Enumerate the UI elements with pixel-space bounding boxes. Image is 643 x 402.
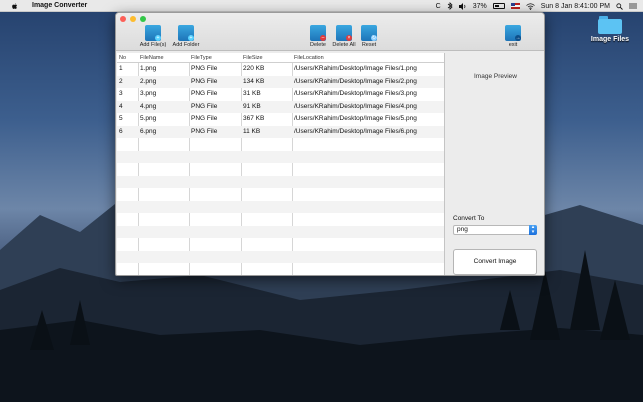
cell-filename: 6.png (140, 127, 157, 135)
cell-filelocation: /Users/KRahim/Desktop/Image Files/5.png (294, 115, 417, 122)
table-row[interactable]: 4 4.png PNG File 91 KB /Users/KRahim/Des… (117, 100, 444, 113)
table-row[interactable]: 5 5.png PNG File 367 KB /Users/KRahim/De… (117, 113, 444, 126)
reset-label: Reset (361, 42, 377, 48)
column-header-filetype[interactable]: FileType (189, 53, 241, 63)
format-select[interactable]: png ▴ ▾ (453, 225, 537, 235)
app-window: + Add File(s) + Add Folder – Delete × De… (115, 12, 545, 276)
table-row[interactable]: 3 3.png PNG File 31 KB /Users/KRahim/Des… (117, 88, 444, 101)
cell-filesize: 134 KB (243, 77, 265, 85)
empty-row (117, 225, 444, 238)
menu-bar: Image Converter C 37% Sun 8 Jan 8:41:00 … (0, 0, 643, 12)
cell-filelocation: /Users/KRahim/Desktop/Image Files/1.png (294, 65, 417, 72)
empty-row (117, 238, 444, 251)
cell-no: 4 (119, 102, 123, 110)
cell-filesize: 367 KB (243, 115, 265, 122)
cell-filetype: PNG File (191, 115, 218, 122)
empty-row (117, 138, 444, 151)
cell-filename: 4.png (140, 102, 157, 110)
cell-filename: 5.png (140, 115, 157, 122)
window-toolbar: + Add File(s) + Add Folder – Delete × De… (116, 13, 544, 51)
empty-row (117, 250, 444, 263)
battery-icon[interactable] (492, 3, 505, 9)
format-select-value: png (457, 226, 468, 233)
cell-no: 2 (119, 77, 123, 85)
empty-row (117, 188, 444, 201)
image-preview-area: Image Preview (474, 73, 517, 80)
status-area: C 37% Sun 8 Jan 8:41:00 PM (436, 0, 637, 12)
cell-filesize: 91 KB (243, 102, 261, 110)
cell-no: 3 (119, 90, 123, 97)
table-body: 1 1.png PNG File 220 KB /Users/KRahim/De… (117, 63, 444, 277)
empty-row (117, 200, 444, 213)
add-files-button[interactable]: + Add File(s) (138, 25, 168, 48)
empty-row (117, 150, 444, 163)
cell-no: 1 (119, 65, 123, 72)
reset-icon: ↻ (361, 25, 377, 41)
cell-filesize: 31 KB (243, 90, 261, 97)
column-header-no[interactable]: No (117, 53, 138, 63)
table-header: No FileName FileType FileSize FileLocati… (117, 53, 444, 63)
cell-filelocation: /Users/KRahim/Desktop/Image Files/3.png (294, 90, 417, 97)
delete-all-icon: × (336, 25, 352, 41)
cell-filesize: 220 KB (243, 65, 265, 72)
delete-icon: – (310, 25, 326, 41)
table-row[interactable]: 1 1.png PNG File 220 KB /Users/KRahim/De… (117, 63, 444, 76)
column-header-filename[interactable]: FileName (138, 53, 189, 63)
cell-filelocation: /Users/KRahim/Desktop/Image Files/4.png (294, 102, 417, 110)
cell-filelocation: /Users/KRahim/Desktop/Image Files/6.png (294, 127, 417, 135)
battery-percent[interactable]: 37% (473, 3, 487, 10)
flag-icon[interactable] (510, 3, 520, 9)
exit-icon: → (505, 25, 521, 41)
table-row[interactable]: 6 6.png PNG File 11 KB /Users/KRahim/Des… (117, 125, 444, 138)
empty-row (117, 175, 444, 188)
cell-no: 6 (119, 127, 123, 135)
status-c-item[interactable]: C (436, 3, 441, 10)
wifi-icon[interactable] (525, 2, 535, 10)
maximize-window-button[interactable] (140, 16, 146, 22)
exit-label: exit (508, 42, 518, 48)
file-table[interactable]: No FileName FileType FileSize FileLocati… (117, 53, 445, 277)
minimize-window-button[interactable] (130, 16, 136, 22)
convert-image-button[interactable]: Convert Image (453, 249, 537, 275)
add-folder-button[interactable]: + Add Folder (171, 25, 201, 48)
cell-no: 5 (119, 115, 123, 122)
cell-filetype: PNG File (191, 77, 218, 85)
reset-button[interactable]: ↻ Reset (354, 25, 384, 48)
desktop-folder-label: Image Files (590, 36, 630, 43)
volume-icon[interactable] (458, 2, 467, 10)
cell-filename: 1.png (140, 65, 157, 72)
notification-icon[interactable] (629, 3, 637, 9)
cell-filename: 3.png (140, 90, 157, 97)
empty-row (117, 263, 444, 275)
table-row[interactable]: 2 2.png PNG File 134 KB /Users/KRahim/De… (117, 75, 444, 88)
select-arrows-icon: ▴ ▾ (529, 225, 537, 235)
empty-row (117, 213, 444, 226)
cell-filesize: 11 KB (243, 127, 261, 135)
empty-row (117, 163, 444, 176)
convert-to-label: Convert To (453, 215, 485, 222)
close-window-button[interactable] (120, 16, 126, 22)
cell-filetype: PNG File (191, 102, 218, 110)
add-folder-icon: + (178, 25, 194, 41)
folder-icon (598, 16, 622, 34)
cell-filelocation: /Users/KRahim/Desktop/Image Files/2.png (294, 77, 417, 85)
cell-filename: 2.png (140, 77, 157, 85)
add-file-icon: + (145, 25, 161, 41)
cell-filetype: PNG File (191, 90, 218, 97)
bluetooth-icon[interactable] (447, 2, 453, 10)
app-menu-name[interactable]: Image Converter (32, 2, 87, 9)
column-header-filesize[interactable]: FileSize (241, 53, 292, 63)
exit-button[interactable]: → exit (498, 25, 528, 48)
spotlight-icon[interactable] (616, 2, 623, 10)
cell-filetype: PNG File (191, 65, 218, 72)
add-folder-label: Add Folder (172, 42, 200, 48)
desktop-folder[interactable]: Image Files (588, 16, 632, 43)
apple-icon[interactable] (11, 2, 18, 10)
side-panel: Image Preview Convert To png ▴ ▾ Convert … (446, 53, 544, 275)
column-header-filelocation[interactable]: FileLocation (292, 53, 442, 63)
empty-row (117, 276, 444, 277)
cell-filetype: PNG File (191, 127, 218, 135)
add-files-label: Add File(s) (139, 42, 167, 48)
clock-datetime[interactable]: Sun 8 Jan 8:41:00 PM (541, 3, 610, 10)
